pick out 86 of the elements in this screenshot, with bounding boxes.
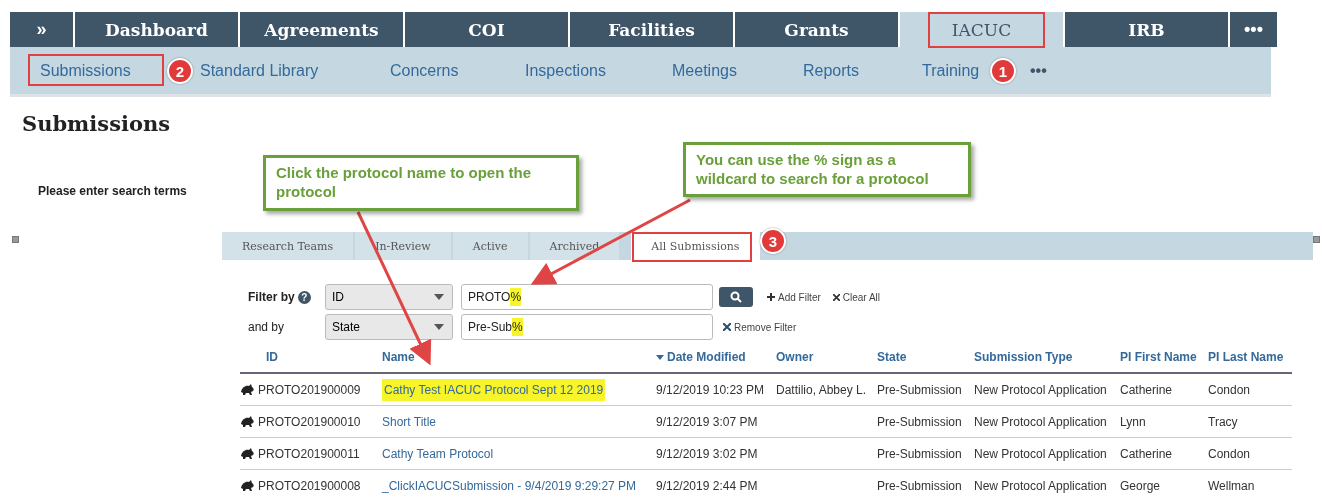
protocol-link[interactable]: Cathy Team Protocol: [382, 446, 494, 461]
resize-handle[interactable]: [1313, 236, 1320, 243]
table-cell: PROTO201900010: [258, 414, 361, 429]
filter-label: Filter by: [248, 290, 295, 304]
subnav-link[interactable]: Inspections: [525, 61, 606, 80]
close-icon: [723, 323, 731, 331]
subnav-link[interactable]: Standard Library: [200, 61, 319, 80]
mouse-icon: [240, 415, 255, 428]
nav-tab[interactable]: Facilities: [570, 12, 733, 47]
plus-icon: [767, 293, 775, 301]
table-cell-text: New Protocol Application: [974, 446, 1108, 461]
table-cell-text: Dattilio, Abbey L.: [776, 382, 868, 397]
subnav-link[interactable]: Reports: [803, 61, 860, 80]
clear-all-link[interactable]: Clear All: [842, 291, 881, 303]
table-cell-text: Pre-Submission: [877, 446, 963, 461]
column-header[interactable]: State: [877, 350, 907, 364]
column-header[interactable]: PI First Name: [1120, 350, 1197, 364]
subnav-link[interactable]: Training: [922, 61, 980, 80]
table-cell-text: Pre-Submission: [877, 382, 963, 397]
page-title: Submissions: [22, 111, 172, 136]
close-icon: [832, 293, 840, 301]
column-header[interactable]: PI Last Name: [1208, 350, 1284, 364]
table-cell-text: Condon: [1208, 382, 1252, 397]
protocol-link[interactable]: Cathy Test IACUC Protocol Sept 12 2019: [382, 378, 606, 401]
subnav-link[interactable]: Submissions: [40, 61, 131, 80]
table-cell-text: New Protocol Application: [974, 414, 1108, 429]
table-cell-text: George: [1120, 478, 1162, 493]
table-cell-text: 9/12/2019 10:23 PM: [656, 382, 766, 397]
table-cell-text: Condon: [1208, 446, 1252, 461]
filter-label: and by: [248, 320, 285, 334]
search-prompt: Please enter search terms: [38, 184, 187, 198]
nav-tab[interactable]: Dashboard: [75, 12, 238, 47]
callout: You can use the % sign as a wildcard to search for a protocol: [683, 142, 971, 197]
mouse-icon: [240, 447, 255, 460]
nav-tab[interactable]: COI: [405, 12, 568, 47]
search-icon: [730, 291, 742, 303]
column-header[interactable]: Submission Type: [974, 350, 1073, 364]
table-cell-text: New Protocol Application: [974, 382, 1108, 397]
tab[interactable]: In-Review: [355, 232, 451, 260]
table-cell-text: Wellman: [1208, 478, 1256, 493]
column-header[interactable]: Name: [382, 350, 415, 364]
tab[interactable]: Research Teams: [222, 232, 354, 260]
search-button[interactable]: [719, 287, 753, 307]
table-cell-text: Catherine: [1120, 446, 1174, 461]
step-badge: 3: [760, 228, 786, 254]
nav-tab[interactable]: Agreements: [240, 12, 403, 47]
nav-tab[interactable]: Grants: [735, 12, 898, 47]
help-icon[interactable]: ?: [297, 290, 311, 304]
table-cell-text: 9/12/2019 3:02 PM: [656, 446, 759, 461]
column-header[interactable]: ID: [266, 350, 278, 364]
table-cell-text: Pre-Submission: [877, 478, 963, 493]
tab[interactable]: All Submissions: [631, 232, 760, 260]
remove-filter-link[interactable]: Remove Filter: [734, 321, 797, 333]
table-cell-text: Lynn: [1120, 414, 1147, 429]
tab[interactable]: Active: [452, 232, 528, 260]
table-cell-text: 9/12/2019 2:44 PM: [656, 478, 759, 493]
caret-icon: [434, 324, 444, 330]
table-cell-text: Tracy: [1208, 414, 1239, 429]
sort-icon: [656, 354, 664, 360]
subnav-link[interactable]: Concerns: [390, 61, 459, 80]
nav-tab[interactable]: IRB: [1065, 12, 1228, 47]
column-header[interactable]: Owner: [776, 350, 814, 364]
field-select[interactable]: State: [325, 314, 453, 340]
subnav-link[interactable]: Meetings: [672, 61, 737, 80]
table-cell-text: Catherine: [1120, 382, 1174, 397]
mouse-icon: [240, 479, 255, 492]
tab[interactable]: Archived: [529, 232, 620, 260]
protocol-link[interactable]: Short Title: [382, 414, 437, 429]
input-field[interactable]: PROTO%: [461, 284, 713, 310]
table-cell-text: Pre-Submission: [877, 414, 963, 429]
more-link[interactable]: •••: [1030, 61, 1047, 80]
resize-handle[interactable]: [12, 236, 19, 243]
table-cell-text: New Protocol Application: [974, 478, 1108, 493]
more-button[interactable]: •••: [1230, 12, 1277, 47]
column-header[interactable]: Date Modified: [667, 350, 746, 364]
caret-icon: [434, 294, 444, 300]
table-cell: PROTO201900009: [258, 382, 361, 397]
protocol-link[interactable]: _ClickIACUCSubmission - 9/4/2019 9:29:27 PM: [382, 478, 637, 493]
table-cell: PROTO201900011: [258, 446, 360, 461]
add-filter-link[interactable]: Add Filter: [778, 291, 821, 303]
field-select[interactable]: ID: [325, 284, 453, 310]
expand-button[interactable]: »: [10, 12, 73, 47]
table-cell: PROTO201900008: [258, 478, 361, 493]
mouse-icon: [240, 383, 255, 396]
table-cell-text: 9/12/2019 3:07 PM: [656, 414, 759, 429]
callout: Click the protocol name to open the protocol: [263, 155, 579, 211]
